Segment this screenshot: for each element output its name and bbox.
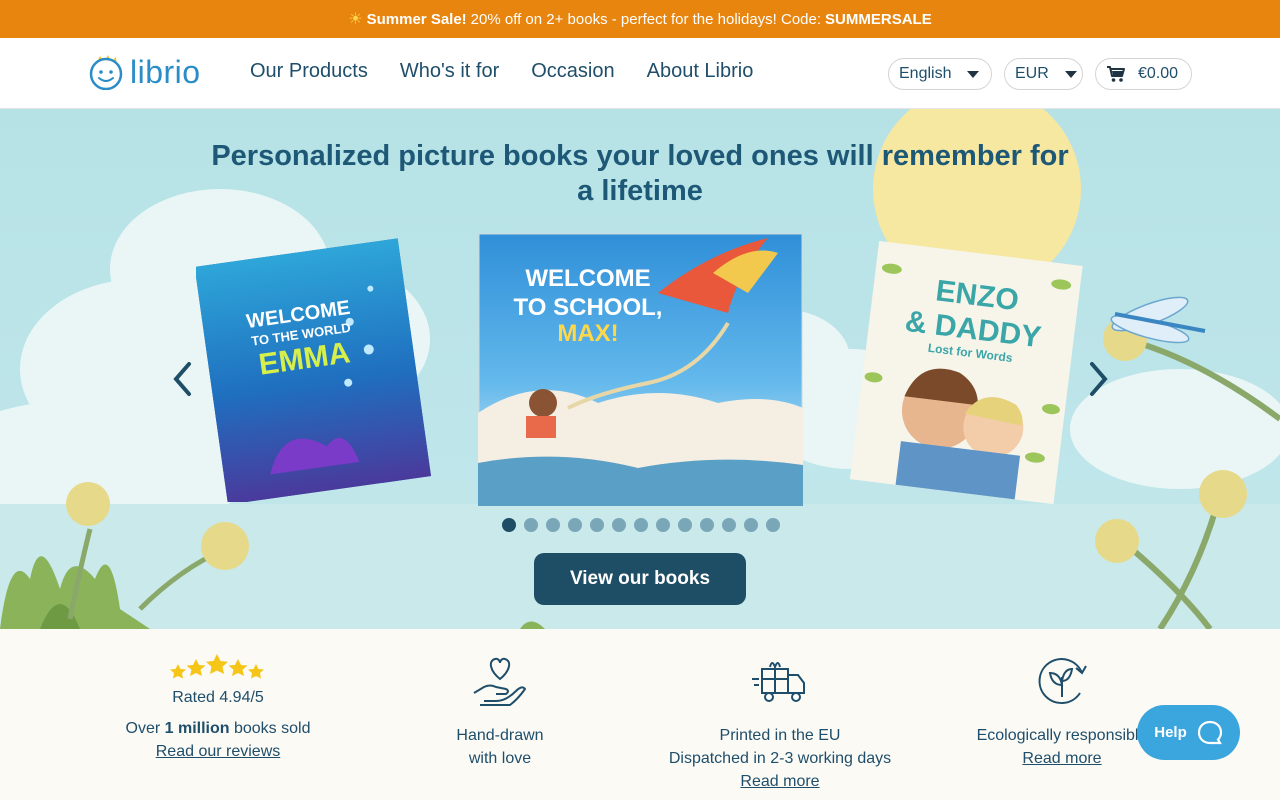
carousel-dot[interactable]: [744, 518, 758, 532]
book-cover-enzo[interactable]: ENZO & DADDY Lost for Words: [850, 239, 1090, 504]
feature-printed-eu: Printed in the EU Dispatched in 2-3 work…: [640, 629, 920, 793]
promo-code: SUMMERSALE: [825, 10, 932, 28]
promo-text: 20% off on 2+ books - perfect for the ho…: [470, 10, 822, 28]
carousel-dot[interactable]: [568, 518, 582, 532]
currency-value: EUR: [1015, 65, 1049, 82]
help-button[interactable]: Help: [1137, 705, 1240, 760]
stars-icon: [170, 654, 264, 679]
books-sold-text: Over 1 million books sold: [125, 720, 311, 737]
features-strip: Rated 4.94/5 Over 1 million books sold R…: [0, 629, 1280, 800]
hand-drawn-line1: Hand-drawn: [456, 727, 544, 744]
carousel-dot[interactable]: [766, 518, 780, 532]
carousel-dot[interactable]: [634, 518, 648, 532]
shipping-read-more-link[interactable]: Read more: [740, 773, 819, 790]
delivery-truck-icon: [752, 662, 805, 702]
hero-title: Personalized picture books your loved on…: [211, 140, 1069, 207]
read-reviews-link[interactable]: Read our reviews: [156, 743, 281, 760]
carousel-dot[interactable]: [590, 518, 604, 532]
hero-carousel: Personalized picture books your loved on…: [0, 109, 1280, 629]
sun-icon: ☀: [348, 11, 363, 28]
book-cover-emma[interactable]: WELCOME TO THE WORLD EMMA: [196, 237, 436, 502]
logo-text: librio: [130, 53, 201, 90]
eco-read-more-link[interactable]: Read more: [1022, 750, 1101, 767]
printed-eu-line2: Dispatched in 2-3 working days: [668, 750, 892, 767]
eco-leaf-icon: [1038, 658, 1087, 705]
feature-rating: Rated 4.94/5 Over 1 million books sold R…: [78, 629, 358, 763]
carousel-dot[interactable]: [612, 518, 626, 532]
carousel-dot[interactable]: [524, 518, 538, 532]
help-label: Help: [1154, 724, 1187, 741]
currency-select[interactable]: EUR: [1004, 58, 1083, 90]
heart-hand-icon: [473, 657, 526, 706]
nav-about-librio[interactable]: About Librio: [647, 60, 754, 83]
logo-face-icon: [89, 55, 123, 90]
cart-button[interactable]: €0.00: [1095, 58, 1192, 90]
view-books-button[interactable]: View our books: [534, 553, 746, 605]
chevron-down-icon: [967, 70, 980, 78]
carousel-dot[interactable]: [546, 518, 560, 532]
cart-total: €0.00: [1138, 65, 1179, 82]
carousel-dot[interactable]: [678, 518, 692, 532]
language-value: English: [899, 65, 952, 82]
site-header: librio Our Products Who's it for Occasio…: [0, 38, 1280, 109]
language-select[interactable]: English: [888, 58, 992, 90]
book-cover-max[interactable]: WELCOME TO SCHOOL, MAX!: [478, 233, 803, 506]
nav-whos-it-for[interactable]: Who's it for: [400, 60, 499, 83]
rating-text: Rated 4.94/5: [172, 689, 264, 706]
book2-line1: WELCOME: [525, 265, 650, 292]
chevron-down-icon: [1064, 70, 1077, 78]
book2-line2: TO SCHOOL,: [514, 294, 663, 321]
logo[interactable]: librio: [88, 52, 201, 92]
nav-occasion[interactable]: Occasion: [531, 60, 614, 83]
carousel-dot[interactable]: [722, 518, 736, 532]
chevron-left-icon[interactable]: [171, 361, 195, 397]
promo-bold: Summer Sale!: [366, 10, 467, 28]
feature-hand-drawn: Hand-drawn with love: [360, 629, 640, 770]
carousel-dots: [502, 518, 780, 532]
carousel-dot[interactable]: [502, 518, 516, 532]
carousel-dot[interactable]: [700, 518, 714, 532]
book2-name: MAX!: [557, 320, 618, 347]
chevron-right-icon[interactable]: [1086, 361, 1110, 397]
cart-icon: [1107, 66, 1125, 82]
promo-banner: ☀ Summer Sale! 20% off on 2+ books - per…: [0, 0, 1280, 38]
carousel-dot[interactable]: [656, 518, 670, 532]
printed-eu-line1: Printed in the EU: [719, 727, 841, 744]
nav-our-products[interactable]: Our Products: [250, 60, 368, 83]
chat-bubble-icon: [1197, 720, 1222, 744]
main-nav: Our Products Who's it for Occasion About…: [250, 60, 753, 83]
hand-drawn-line2: with love: [468, 750, 532, 767]
